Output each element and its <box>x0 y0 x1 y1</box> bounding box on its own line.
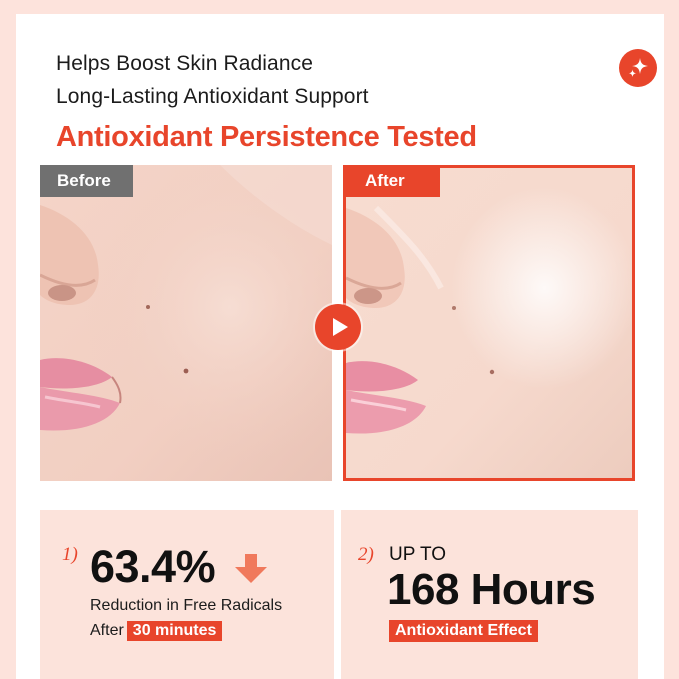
stat-value: 63.4% <box>90 541 216 592</box>
stat-timing-highlight: 30 minutes <box>126 621 223 641</box>
play-icon[interactable] <box>315 304 361 350</box>
stat-prefix: UP TO <box>389 544 447 565</box>
stat-highlight: Antioxidant Effect <box>389 620 538 642</box>
subtitle-line-2: Long-Lasting Antioxidant Support <box>56 85 369 108</box>
before-photo: Before <box>40 165 332 481</box>
stat-description: Reduction in Free Radicals <box>90 597 283 614</box>
after-photo: After <box>343 165 635 481</box>
stat-value: 168 Hours <box>387 565 596 614</box>
subtitle-line-1: Helps Boost Skin Radiance <box>56 52 313 75</box>
page-title: Antioxidant Persistence Tested <box>56 121 477 153</box>
stat-timing-prefix: After <box>90 622 124 639</box>
sparkle-icon <box>619 49 657 87</box>
stat-panel-free-radicals: 1) 63.4% Reduction in Free Radicals Afte… <box>40 510 334 679</box>
stat-timing: After 30 minutes <box>90 621 223 641</box>
stat-panel-antioxidant-hours: 2) UP TO 168 Hours Antioxidant Effect <box>341 510 638 679</box>
content-card: Helps Boost Skin Radiance Long-Lasting A… <box>16 14 664 679</box>
stat-number: 2) <box>358 544 374 565</box>
after-label: After <box>346 168 440 197</box>
stat-number: 1) <box>62 544 78 565</box>
before-label: Before <box>40 165 133 197</box>
down-arrow-icon <box>235 554 267 583</box>
